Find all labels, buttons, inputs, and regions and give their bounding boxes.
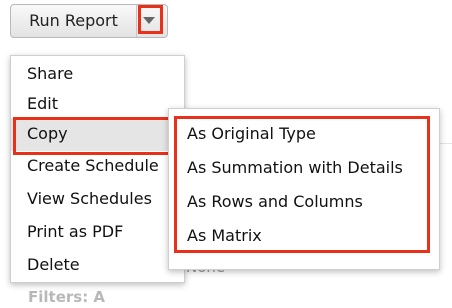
run-report-button[interactable]: Run Report [11, 5, 137, 37]
copy-item-highlight [13, 117, 173, 155]
menu-item-view-schedules[interactable]: View Schedules [27, 188, 152, 210]
actions-menu: Share Edit Copy Create Schedule View Sch… [10, 55, 185, 283]
menu-item-share[interactable]: Share [27, 63, 73, 85]
background-filters-text: Filters: A [28, 288, 106, 306]
menu-item-delete[interactable]: Delete [27, 254, 80, 276]
dropdown-toggle-highlight [138, 5, 163, 34]
menu-item-print-pdf[interactable]: Print as PDF [27, 221, 123, 243]
menu-item-edit[interactable]: Edit [27, 93, 58, 115]
submenu-highlight [174, 116, 430, 253]
report-page: None Filters: A Run Report Share Edit Co… [0, 0, 452, 308]
menu-item-create-schedule[interactable]: Create Schedule [27, 155, 159, 177]
